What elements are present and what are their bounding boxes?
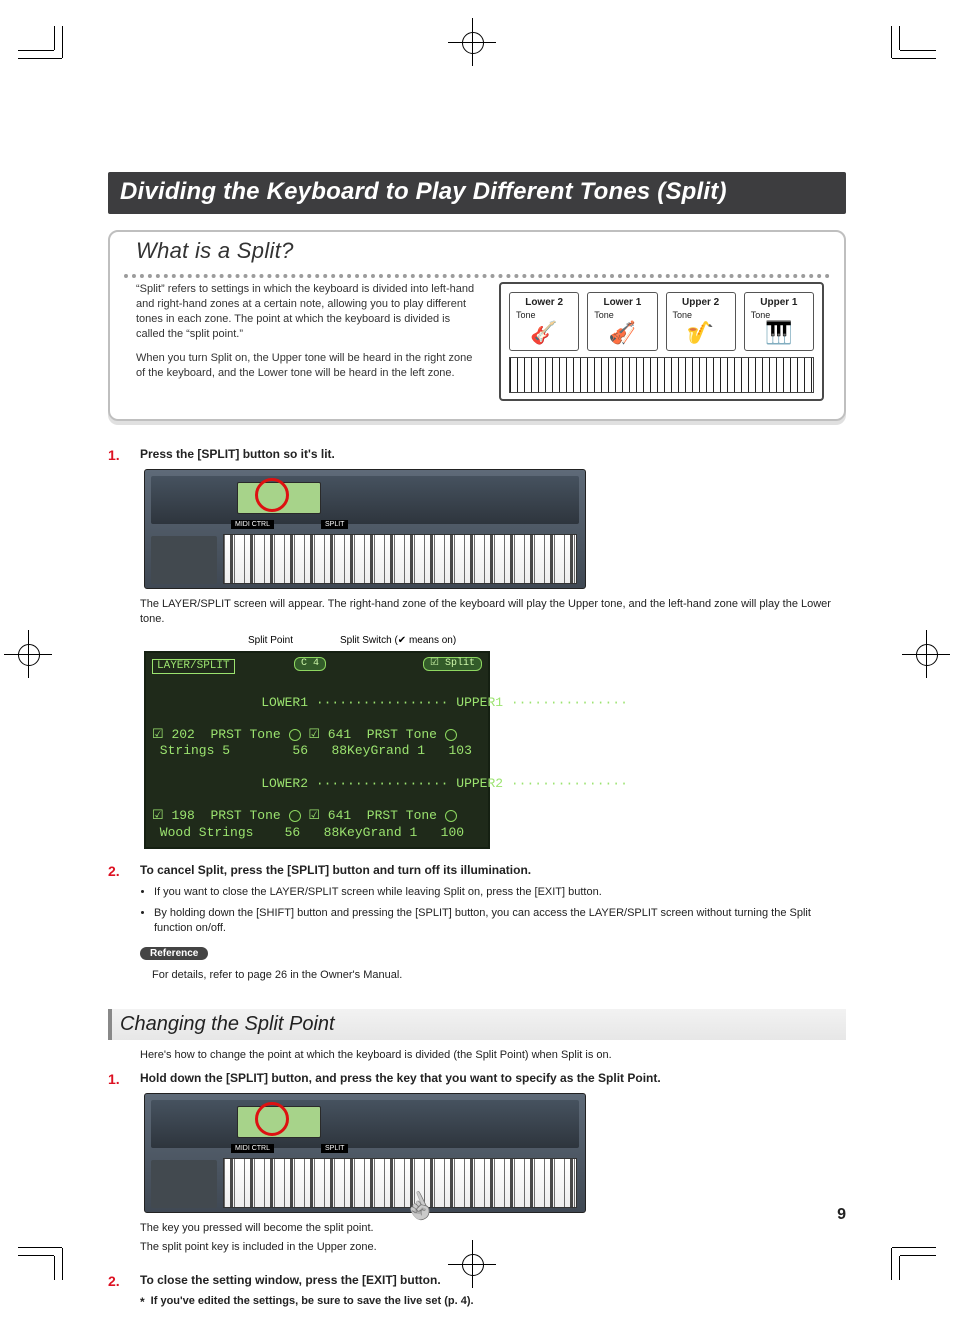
tone-label: Lower 2 xyxy=(512,297,576,308)
lcd-lower2: LOWER2 xyxy=(261,776,308,791)
regmark-left xyxy=(4,630,52,678)
piano-icon: 🎹 xyxy=(747,322,811,344)
cropmark-tr xyxy=(876,26,936,86)
reference-pill: Reference xyxy=(140,947,208,960)
step-number: 1. xyxy=(108,447,126,849)
lcd-r4b: 88KeyGrand 1 100 xyxy=(316,825,464,840)
star-mark: * xyxy=(140,1295,145,1309)
tone-upper2: Upper 2 Tone 🎷 xyxy=(666,292,736,351)
kb-label-midi: MIDI CTRL xyxy=(231,520,274,529)
knob-icon xyxy=(289,729,301,741)
lcd-upper2: UPPER2 xyxy=(456,776,503,791)
page-title: Dividing the Keyboard to Play Different … xyxy=(108,172,846,214)
lcd-r3a: ☑ 198 PRST Tone xyxy=(152,808,281,823)
regmark-top xyxy=(448,18,496,66)
kb-label-split: SPLIT xyxy=(321,520,348,529)
cropmark-bl xyxy=(18,1220,78,1280)
step-lead: Hold down the [SPLIT] button, and press … xyxy=(140,1071,846,1085)
tone-upper1: Upper 1 Tone 🎹 xyxy=(744,292,814,351)
step-number: 1. xyxy=(108,1071,126,1263)
lcd-r2a: Strings 5 56 xyxy=(152,743,308,758)
step1-caption: The LAYER/SPLIT screen will appear. The … xyxy=(140,597,846,627)
s2-step-2: 2. To close the setting window, press th… xyxy=(108,1273,846,1309)
knob-icon xyxy=(445,810,457,822)
lcd-label-splitswitch: Split Switch (✔ means on) xyxy=(340,635,456,646)
split-diagram: Lower 2 Tone 🎸 Lower 1 Tone 🎻 Upper 2 To… xyxy=(499,282,824,401)
lcd-r1a: ☑ 202 PRST Tone xyxy=(152,727,281,742)
tone-lower1: Lower 1 Tone 🎻 xyxy=(587,292,657,351)
content-area: Dividing the Keyboard to Play Different … xyxy=(108,172,846,1319)
diagram-keyboard xyxy=(509,357,814,393)
regmark-right xyxy=(902,630,950,678)
tone-label: Lower 1 xyxy=(590,297,654,308)
step-number: 2. xyxy=(108,863,126,991)
tone-sub: Tone xyxy=(747,310,811,320)
step2-bullet2: By holding down the [SHIFT] button and p… xyxy=(154,906,846,936)
manual-page: Dividing the Keyboard to Play Different … xyxy=(0,0,954,1306)
lcd-label-splitpoint: Split Point xyxy=(248,635,293,646)
step-lead: To cancel Split, press the [SPLIT] butto… xyxy=(140,863,846,877)
section2-intro: Here's how to change the point at which … xyxy=(140,1048,846,1063)
step2-bullet1: If you want to close the LAYER/SPLIT scr… xyxy=(154,885,846,900)
step-1: 1. Press the [SPLIT] button so it's lit.… xyxy=(108,447,846,849)
star-note: If you've edited the settings, be sure t… xyxy=(151,1295,474,1309)
lcd-layer-split: LAYER/SPLIT C 4 ☑ Split LOWER1 ·········… xyxy=(144,651,490,849)
tone-label: Upper 1 xyxy=(747,297,811,308)
kb-label-split: SPLIT xyxy=(321,1144,348,1153)
section-changing-split: Changing the Split Point xyxy=(108,1009,846,1040)
keyboard-image-2: MIDI CTRL SPLIT ARPEGGIO MEMORY ☝️ xyxy=(144,1093,586,1213)
s2-step-1: 1. Hold down the [SPLIT] button, and pre… xyxy=(108,1071,846,1263)
lcd-lower1: LOWER1 xyxy=(261,695,308,710)
tone-sub: Tone xyxy=(669,310,733,320)
lcd-split-switch: ☑ Split xyxy=(423,657,482,672)
step-lead: To close the setting window, press the [… xyxy=(140,1273,846,1287)
s2step1-caption2: The split point key is included in the U… xyxy=(140,1240,846,1255)
keyboard-image-1: MIDI CTRL SPLIT CHORD ARPEGGIO MEMORY xyxy=(144,469,586,589)
knob-icon xyxy=(289,810,301,822)
page-number: 9 xyxy=(837,1206,846,1224)
lcd-split-point: C 4 xyxy=(294,657,326,672)
cropmark-tl xyxy=(18,26,78,86)
sax-icon: 🎷 xyxy=(669,322,733,344)
step-2: 2. To cancel Split, press the [SPLIT] bu… xyxy=(108,863,846,991)
panel-para1: “Split” refers to settings in which the … xyxy=(136,282,481,341)
knob-icon xyxy=(445,729,457,741)
tone-sub: Tone xyxy=(590,310,654,320)
step-lead: Press the [SPLIT] button so it's lit. xyxy=(140,447,846,461)
lcd-upper1: UPPER1 xyxy=(456,695,503,710)
cropmark-br xyxy=(876,1220,936,1280)
split-intro-panel: What is a Split? “Split” refers to setti… xyxy=(108,230,846,421)
lcd-r1b: ☑ 641 PRST Tone xyxy=(308,727,437,742)
step-number: 2. xyxy=(108,1273,126,1309)
panel-heading: What is a Split? xyxy=(130,238,300,264)
s2step1-caption1: The key you pressed will become the spli… xyxy=(140,1221,846,1236)
tone-label: Upper 2 xyxy=(669,297,733,308)
tone-sub: Tone xyxy=(512,310,576,320)
panel-text: “Split” refers to settings in which the … xyxy=(136,282,481,401)
step2-bullets: If you want to close the LAYER/SPLIT scr… xyxy=(140,885,846,936)
guitar-icon: 🎸 xyxy=(512,322,576,344)
lcd-title: LAYER/SPLIT xyxy=(152,659,235,675)
dot-rule xyxy=(124,274,830,278)
panel-para2: When you turn Split on, the Upper tone w… xyxy=(136,351,481,381)
kb-label-midi: MIDI CTRL xyxy=(231,1144,274,1153)
lcd-r2b: 88KeyGrand 1 103 xyxy=(324,743,472,758)
lcd-r4a: Wood Strings 56 xyxy=(152,825,300,840)
steps-block: 1. Press the [SPLIT] button so it's lit.… xyxy=(108,447,846,991)
lcd-r3b: ☑ 641 PRST Tone xyxy=(308,808,437,823)
violin-icon: 🎻 xyxy=(590,322,654,344)
tone-lower2: Lower 2 Tone 🎸 xyxy=(509,292,579,351)
reference-text: For details, refer to page 26 in the Own… xyxy=(152,968,846,983)
